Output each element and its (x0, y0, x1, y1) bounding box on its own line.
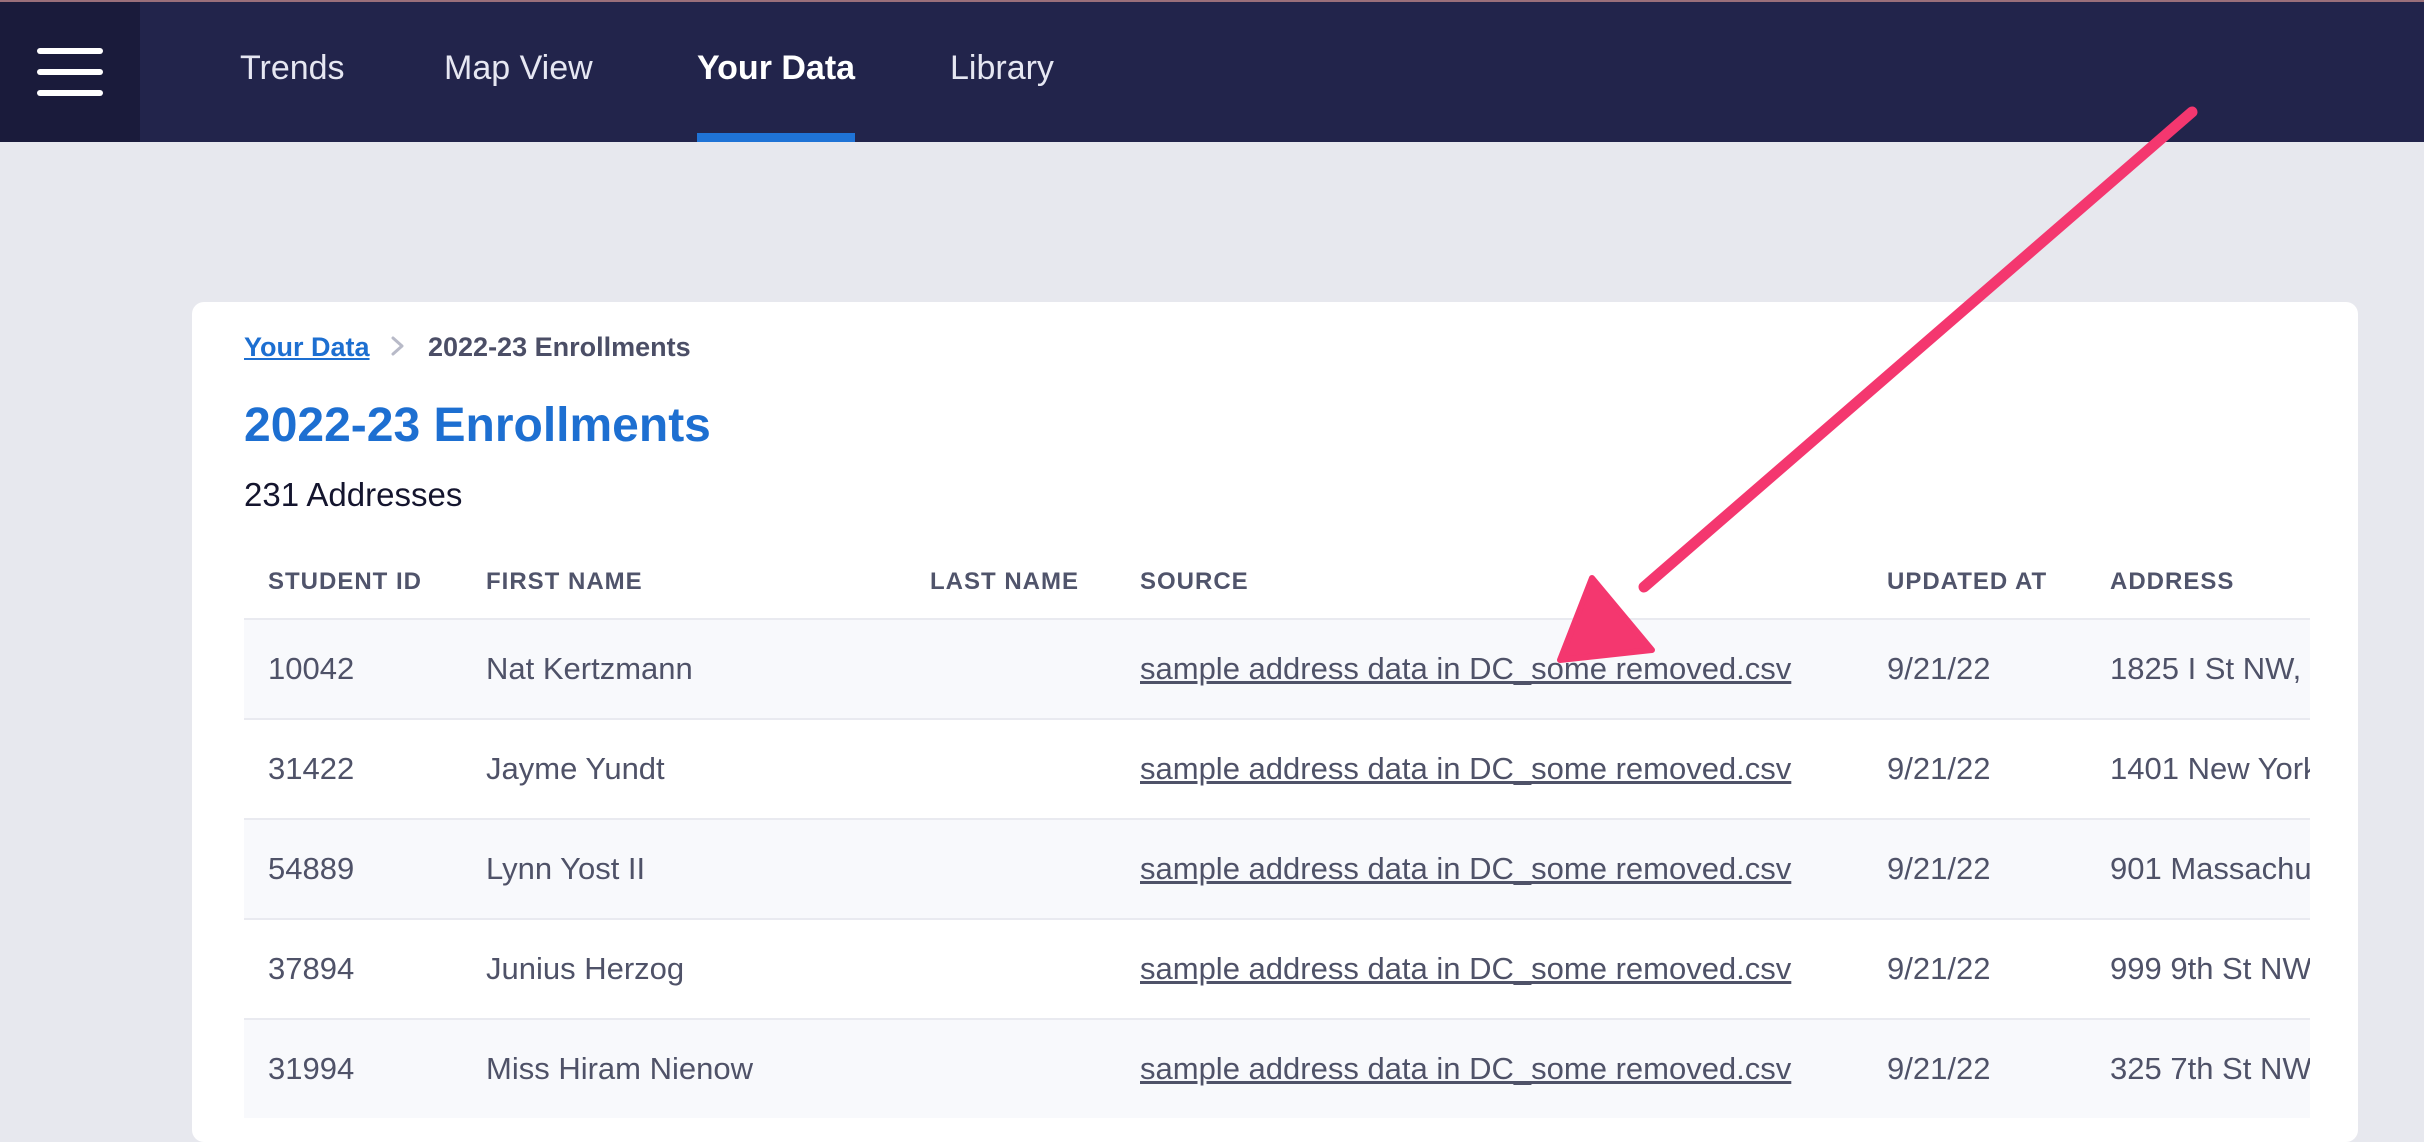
cell-address: 901 Massachu (2110, 851, 2310, 886)
addresses-table: STUDENT ID FIRST NAME LAST NAME SOURCE U… (244, 542, 2310, 1142)
column-header-first-name[interactable]: FIRST NAME (486, 568, 643, 596)
cell-first-name: Jayme Yundt (486, 751, 665, 786)
cell-source-link[interactable]: sample address data in DC_some removed.c… (1140, 620, 1791, 718)
table-row[interactable]: 54889 Lynn Yost II sample address data i… (244, 818, 2310, 918)
table-row[interactable]: 31422 Jayme Yundt sample address data in… (244, 718, 2310, 818)
tab-your-data[interactable]: Your Data (697, 2, 856, 142)
cell-address: 999 9th St NW (2110, 951, 2310, 986)
cell-updated-at: 9/21/22 (1887, 851, 1991, 886)
cell-source-link[interactable]: sample address data in DC_some removed.c… (1140, 1020, 1791, 1118)
table-row[interactable]: 31994 Miss Hiram Nienow sample address d… (244, 1018, 2310, 1118)
cell-student-id: 31422 (268, 751, 355, 786)
cell-student-id: 10042 (268, 651, 355, 686)
cell-address: 325 7th St NW (2110, 1051, 2310, 1086)
cell-updated-at: 9/21/22 (1887, 951, 1991, 986)
tab-map-view[interactable]: Map View (444, 2, 593, 142)
table-row[interactable]: 10042 Nat Kertzmann sample address data … (244, 618, 2310, 718)
cell-source-link[interactable]: sample address data in DC_some removed.c… (1140, 820, 1791, 918)
cell-source-link[interactable]: sample address data in DC_some removed.c… (1140, 720, 1791, 818)
hamburger-menu-icon[interactable] (0, 2, 140, 142)
column-header-updated-at[interactable]: UPDATED AT (1887, 568, 2047, 596)
cell-address: 1401 New York (2110, 751, 2310, 786)
cell-first-name: Nat Kertzmann (486, 651, 693, 686)
table-row[interactable]: 37894 Junius Herzog sample address data … (244, 918, 2310, 1018)
tab-label: Your Data (697, 49, 856, 87)
tab-trends[interactable]: Trends (240, 2, 345, 142)
menu-bar-line (37, 90, 103, 96)
cell-first-name: Miss Hiram Nienow (486, 1051, 753, 1086)
top-nav-bar: Trends Map View Your Data Library (0, 0, 2424, 142)
menu-bar-line (37, 48, 103, 54)
tab-label: Library (950, 49, 1054, 87)
breadcrumb-your-data-link[interactable]: Your Data (244, 332, 370, 363)
address-count: 231 Addresses (244, 476, 463, 513)
cell-first-name: Lynn Yost II (486, 851, 646, 886)
cell-student-id: 54889 (268, 851, 355, 886)
chevron-right-icon (387, 332, 409, 367)
column-header-last-name[interactable]: LAST NAME (930, 568, 1079, 596)
column-header-source[interactable]: SOURCE (1140, 568, 1249, 596)
cell-updated-at: 9/21/22 (1887, 751, 1991, 786)
active-tab-indicator (697, 133, 856, 142)
tab-label: Trends (240, 49, 345, 87)
cell-updated-at: 9/21/22 (1887, 1051, 1991, 1086)
cell-student-id: 37894 (268, 951, 355, 986)
column-header-address[interactable]: ADDRESS (2110, 568, 2234, 596)
menu-bar-line (37, 69, 103, 75)
tab-label: Map View (444, 49, 593, 87)
cell-first-name: Junius Herzog (486, 951, 685, 986)
breadcrumb-current: 2022-23 Enrollments (428, 332, 691, 362)
column-header-student-id[interactable]: STUDENT ID (268, 568, 422, 596)
cell-source-link[interactable]: sample address data in DC_some removed.c… (1140, 920, 1791, 1018)
page-title: 2022-23 Enrollments (244, 399, 711, 452)
content-card: Your Data 2022-23 Enrollments 2022-23 En… (192, 302, 2358, 1142)
cell-address: 1825 I St NW, W (2110, 651, 2310, 686)
tab-library[interactable]: Library (950, 2, 1054, 142)
cell-student-id: 31994 (268, 1051, 355, 1086)
cell-updated-at: 9/21/22 (1887, 651, 1991, 686)
